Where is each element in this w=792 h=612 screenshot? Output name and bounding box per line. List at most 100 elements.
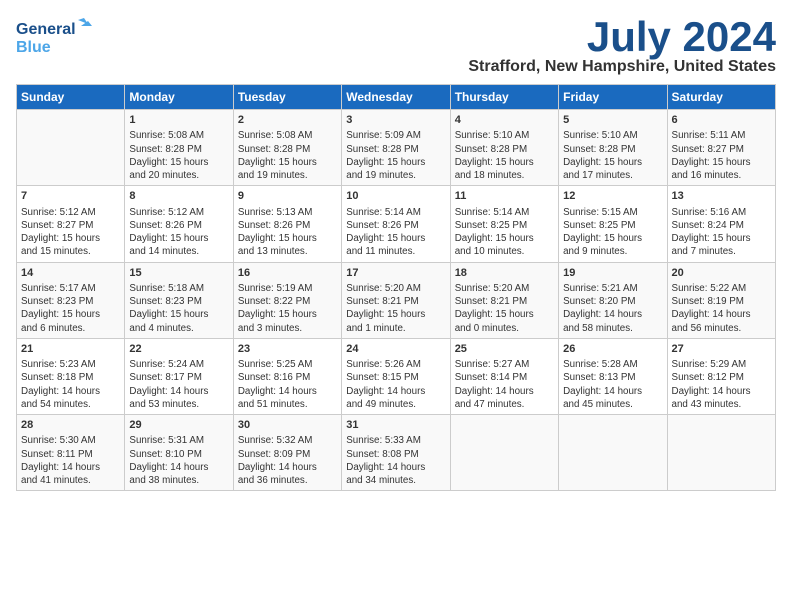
col-thursday: Thursday	[450, 85, 558, 110]
day-number: 29	[129, 418, 228, 433]
table-row: 22Sunrise: 5:24 AM Sunset: 8:17 PM Dayli…	[125, 338, 233, 414]
day-info: Sunrise: 5:21 AM Sunset: 8:20 PM Dayligh…	[563, 282, 662, 335]
calendar-header-row: Sunday Monday Tuesday Wednesday Thursday…	[17, 85, 776, 110]
logo-svg: General Blue	[16, 16, 96, 58]
day-number: 22	[129, 342, 228, 357]
day-info: Sunrise: 5:18 AM Sunset: 8:23 PM Dayligh…	[129, 282, 228, 335]
day-info: Sunrise: 5:27 AM Sunset: 8:14 PM Dayligh…	[455, 358, 554, 411]
col-friday: Friday	[559, 85, 667, 110]
day-info: Sunrise: 5:22 AM Sunset: 8:19 PM Dayligh…	[672, 282, 771, 335]
main-title: July 2024	[468, 16, 776, 58]
day-number: 10	[346, 189, 445, 204]
table-row: 15Sunrise: 5:18 AM Sunset: 8:23 PM Dayli…	[125, 262, 233, 338]
day-number: 24	[346, 342, 445, 357]
subtitle: Strafford, New Hampshire, United States	[468, 58, 776, 76]
table-row: 7 Sunrise: 5:12 AM Sunset: 8:27 PM Daylig…	[17, 186, 125, 262]
day-number: 1	[129, 113, 228, 128]
table-row: 14Sunrise: 5:17 AM Sunset: 8:23 PM Dayli…	[17, 262, 125, 338]
day-info: Sunrise: 5:15 AM Sunset: 8:25 PM Dayligh…	[563, 206, 662, 259]
calendar-week-row: 7 Sunrise: 5:12 AM Sunset: 8:27 PM Daylig…	[17, 186, 776, 262]
day-info: Sunrise: 5:10 AM Sunset: 8:28 PM Dayligh…	[455, 129, 554, 182]
table-row: 20Sunrise: 5:22 AM Sunset: 8:19 PM Dayli…	[667, 262, 775, 338]
table-row: 3Sunrise: 5:09 AM Sunset: 8:28 PM Daylig…	[342, 110, 450, 186]
day-number: 14	[21, 266, 120, 281]
page: General Blue July 2024 Strafford, New Ha…	[0, 0, 792, 499]
calendar-week-row: 28Sunrise: 5:30 AM Sunset: 8:11 PM Dayli…	[17, 415, 776, 491]
day-number: 2	[238, 113, 337, 128]
day-info: Sunrise: 5:13 AM Sunset: 8:26 PM Dayligh…	[238, 206, 337, 259]
calendar-week-row: 21Sunrise: 5:23 AM Sunset: 8:18 PM Dayli…	[17, 338, 776, 414]
day-info: Sunrise: 5:08 AM Sunset: 8:28 PM Dayligh…	[238, 129, 337, 182]
day-info: Sunrise: 5:12 AM Sunset: 8:26 PM Dayligh…	[129, 206, 228, 259]
svg-text:General: General	[16, 21, 76, 38]
day-info: Sunrise: 5:19 AM Sunset: 8:22 PM Dayligh…	[238, 282, 337, 335]
day-info: Sunrise: 5:14 AM Sunset: 8:25 PM Dayligh…	[455, 206, 554, 259]
day-number: 30	[238, 418, 337, 433]
day-info: Sunrise: 5:09 AM Sunset: 8:28 PM Dayligh…	[346, 129, 445, 182]
col-tuesday: Tuesday	[233, 85, 341, 110]
table-row: 27Sunrise: 5:29 AM Sunset: 8:12 PM Dayli…	[667, 338, 775, 414]
table-row: 23Sunrise: 5:25 AM Sunset: 8:16 PM Dayli…	[233, 338, 341, 414]
day-number: 8	[129, 189, 228, 204]
table-row: 26Sunrise: 5:28 AM Sunset: 8:13 PM Dayli…	[559, 338, 667, 414]
table-row: 2Sunrise: 5:08 AM Sunset: 8:28 PM Daylig…	[233, 110, 341, 186]
calendar-week-row: 14Sunrise: 5:17 AM Sunset: 8:23 PM Dayli…	[17, 262, 776, 338]
col-wednesday: Wednesday	[342, 85, 450, 110]
table-row: 31Sunrise: 5:33 AM Sunset: 8:08 PM Dayli…	[342, 415, 450, 491]
day-number: 11	[455, 189, 554, 204]
col-sunday: Sunday	[17, 85, 125, 110]
table-row	[450, 415, 558, 491]
day-info: Sunrise: 5:25 AM Sunset: 8:16 PM Dayligh…	[238, 358, 337, 411]
day-number: 26	[563, 342, 662, 357]
calendar-week-row: 1Sunrise: 5:08 AM Sunset: 8:28 PM Daylig…	[17, 110, 776, 186]
day-number: 16	[238, 266, 337, 281]
table-row: 8 Sunrise: 5:12 AM Sunset: 8:26 PM Daylig…	[125, 186, 233, 262]
day-number: 18	[455, 266, 554, 281]
day-number: 17	[346, 266, 445, 281]
day-number: 9	[238, 189, 337, 204]
day-info: Sunrise: 5:17 AM Sunset: 8:23 PM Dayligh…	[21, 282, 120, 335]
title-block: July 2024 Strafford, New Hampshire, Unit…	[468, 16, 776, 76]
day-info: Sunrise: 5:08 AM Sunset: 8:28 PM Dayligh…	[129, 129, 228, 182]
day-info: Sunrise: 5:26 AM Sunset: 8:15 PM Dayligh…	[346, 358, 445, 411]
table-row: 10 Sunrise: 5:14 AM Sunset: 8:26 PM Dayli…	[342, 186, 450, 262]
day-info: Sunrise: 5:24 AM Sunset: 8:17 PM Dayligh…	[129, 358, 228, 411]
day-number: 4	[455, 113, 554, 128]
day-info: Sunrise: 5:20 AM Sunset: 8:21 PM Dayligh…	[346, 282, 445, 335]
day-number: 6	[672, 113, 771, 128]
header: General Blue July 2024 Strafford, New Ha…	[16, 16, 776, 76]
day-number: 5	[563, 113, 662, 128]
day-info: Sunrise: 5:30 AM Sunset: 8:11 PM Dayligh…	[21, 434, 120, 487]
day-info: Sunrise: 5:12 AM Sunset: 8:27 PM Dayligh…	[21, 206, 120, 259]
col-monday: Monday	[125, 85, 233, 110]
table-row: 12Sunrise: 5:15 AM Sunset: 8:25 PM Dayli…	[559, 186, 667, 262]
table-row: 6Sunrise: 5:11 AM Sunset: 8:27 PM Daylig…	[667, 110, 775, 186]
day-number: 23	[238, 342, 337, 357]
day-number: 19	[563, 266, 662, 281]
day-number: 13	[672, 189, 771, 204]
day-number: 25	[455, 342, 554, 357]
day-number: 28	[21, 418, 120, 433]
day-info: Sunrise: 5:28 AM Sunset: 8:13 PM Dayligh…	[563, 358, 662, 411]
day-number: 20	[672, 266, 771, 281]
table-row: 29Sunrise: 5:31 AM Sunset: 8:10 PM Dayli…	[125, 415, 233, 491]
svg-text:Blue: Blue	[16, 39, 51, 56]
table-row: 1Sunrise: 5:08 AM Sunset: 8:28 PM Daylig…	[125, 110, 233, 186]
table-row: 24Sunrise: 5:26 AM Sunset: 8:15 PM Dayli…	[342, 338, 450, 414]
table-row	[667, 415, 775, 491]
day-info: Sunrise: 5:23 AM Sunset: 8:18 PM Dayligh…	[21, 358, 120, 411]
table-row: 13 Sunrise: 5:16 AM Sunset: 8:24 PM Dayli…	[667, 186, 775, 262]
day-info: Sunrise: 5:16 AM Sunset: 8:24 PM Dayligh…	[672, 206, 771, 259]
table-row: 4Sunrise: 5:10 AM Sunset: 8:28 PM Daylig…	[450, 110, 558, 186]
day-info: Sunrise: 5:11 AM Sunset: 8:27 PM Dayligh…	[672, 129, 771, 182]
table-row: 25Sunrise: 5:27 AM Sunset: 8:14 PM Dayli…	[450, 338, 558, 414]
day-info: Sunrise: 5:33 AM Sunset: 8:08 PM Dayligh…	[346, 434, 445, 487]
day-info: Sunrise: 5:14 AM Sunset: 8:26 PM Dayligh…	[346, 206, 445, 259]
table-row	[17, 110, 125, 186]
logo: General Blue	[16, 16, 96, 58]
day-number: 7	[21, 189, 120, 204]
table-row	[559, 415, 667, 491]
table-row: 28Sunrise: 5:30 AM Sunset: 8:11 PM Dayli…	[17, 415, 125, 491]
col-saturday: Saturday	[667, 85, 775, 110]
table-row: 30Sunrise: 5:32 AM Sunset: 8:09 PM Dayli…	[233, 415, 341, 491]
